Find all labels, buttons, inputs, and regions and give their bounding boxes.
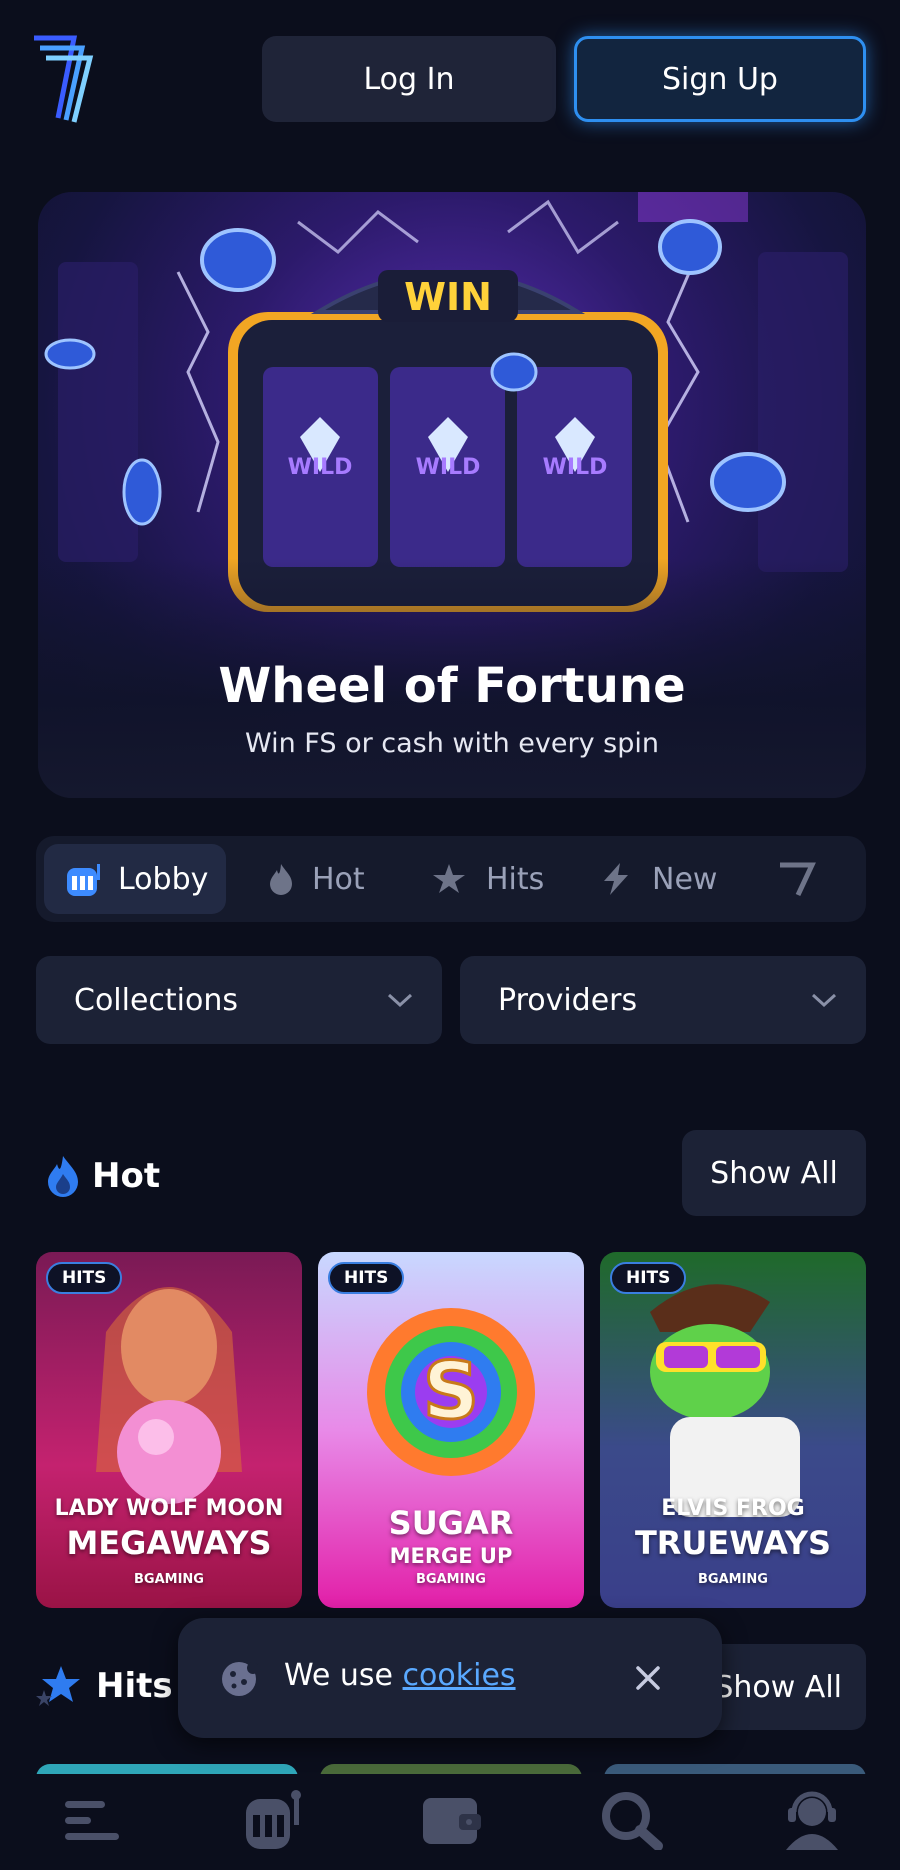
tab-new-label: New	[652, 861, 718, 897]
logo-seven-icon[interactable]	[30, 32, 94, 124]
tab-lobby-label: Lobby	[118, 861, 209, 897]
tab-hot[interactable]: Hot	[266, 844, 365, 914]
svg-text:S: S	[423, 1347, 479, 1437]
game-provider: BGAMING	[698, 1572, 768, 1587]
menu-icon	[65, 1801, 119, 1840]
seven-icon	[780, 862, 816, 897]
support-agent-icon	[786, 1791, 838, 1850]
section-title-hits: Hits	[36, 1664, 173, 1708]
tab-hot-label: Hot	[312, 861, 365, 897]
signup-button[interactable]: Sign Up	[574, 36, 866, 122]
providers-label: Providers	[498, 982, 638, 1018]
nav-wallet[interactable]	[412, 1784, 492, 1856]
tab-hits-label: Hits	[486, 861, 545, 897]
reel-wild-text: WILD	[288, 455, 353, 480]
game-provider: BGAMING	[416, 1572, 486, 1587]
game-title-line2: TRUEWAYS	[634, 1524, 832, 1562]
tab-lobby[interactable]: Lobby	[44, 844, 227, 914]
search-icon	[602, 1792, 663, 1850]
lightning-icon	[604, 863, 628, 895]
cookie-icon	[222, 1662, 258, 1696]
flame-icon	[270, 864, 292, 895]
chevron-down-icon	[387, 993, 413, 1008]
banner-title: Wheel of Fortune	[218, 658, 686, 714]
section-hot-label: Hot	[92, 1156, 161, 1196]
hits-badge: HITS	[328, 1262, 405, 1294]
section-hits-label: Hits	[96, 1666, 173, 1706]
game-card-lady-wolf-moon[interactable]: HITS LADY WOLF MOON MEGAWAYS BGAMING	[36, 1252, 302, 1608]
nav-casino[interactable]	[232, 1784, 312, 1856]
promo-banner[interactable]: WIN WILD WILD WILD Wheel of Fortune Win …	[38, 192, 866, 798]
banner-subtitle: Win FS or cash with every spin	[245, 728, 659, 759]
tab-new[interactable]: New	[598, 844, 717, 914]
stars-icon	[433, 864, 465, 893]
game-provider: BGAMING	[134, 1572, 204, 1587]
reel-wild-text: WILD	[543, 455, 608, 480]
win-sign-text: WIN	[404, 275, 492, 319]
slot-machine-icon	[67, 864, 100, 896]
flame-icon	[48, 1156, 78, 1197]
section-title-hot: Hot	[44, 1154, 160, 1198]
tab-hits[interactable]: Hits	[428, 844, 544, 914]
cookie-text: We use	[284, 1658, 393, 1693]
header: Log In Sign Up	[0, 0, 900, 160]
category-tabs: Lobby Hot Hits New	[36, 836, 866, 922]
game-title-line1: LADY WOLF MOON	[54, 1496, 284, 1521]
hits-show-all-button[interactable]: Show All	[700, 1644, 866, 1730]
nav-support[interactable]	[772, 1784, 852, 1856]
nav-menu[interactable]	[52, 1784, 132, 1856]
game-title-line1: ELVIS FROG	[661, 1496, 805, 1521]
game-title-line2: MERGE UP	[389, 1544, 513, 1568]
hits-badge: HITS	[46, 1262, 123, 1294]
game-card-elvis-frog[interactable]: HITS ELVIS FROG TRUEWAYS BGAMING	[600, 1252, 866, 1608]
game-card-sugar-merge-up[interactable]: S HITS SUGAR MERGE UP BGAMING	[318, 1252, 584, 1608]
chevron-down-icon	[811, 993, 837, 1008]
game-title-line1: SUGAR	[388, 1504, 514, 1542]
providers-dropdown[interactable]: Providers	[460, 956, 866, 1044]
cookie-banner: We use cookies	[178, 1618, 722, 1738]
stars-icon	[36, 1666, 80, 1706]
cookie-message: We use cookies	[284, 1658, 516, 1693]
collections-label: Collections	[74, 982, 239, 1018]
login-button[interactable]: Log In	[262, 36, 556, 122]
hits-badge: HITS	[610, 1262, 687, 1294]
close-icon[interactable]	[628, 1658, 668, 1698]
tab-more[interactable]	[776, 844, 832, 914]
collections-dropdown[interactable]: Collections	[36, 956, 442, 1044]
hot-show-all-button[interactable]: Show All	[682, 1130, 866, 1216]
bottom-nav	[0, 1774, 900, 1870]
game-title-line2: MEGAWAYS	[66, 1524, 272, 1562]
slot-machine-icon	[246, 1790, 301, 1849]
nav-search[interactable]	[592, 1784, 672, 1856]
reel-wild-text: WILD	[416, 455, 481, 480]
wallet-icon	[423, 1798, 481, 1844]
cookies-link[interactable]: cookies	[403, 1658, 516, 1693]
